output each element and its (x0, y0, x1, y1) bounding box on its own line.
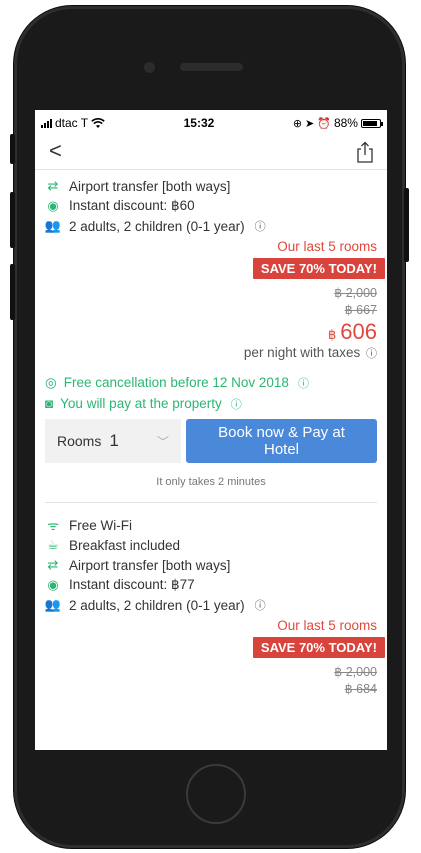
save-badge: SAVE 70% TODAY! (252, 637, 385, 658)
scarcity-label: Our last 5 rooms (277, 618, 377, 633)
rooms-select[interactable]: Rooms 1 ﹀ (45, 419, 181, 463)
price-amount: 606 (340, 319, 377, 344)
crossed-price: ฿ 684 (344, 682, 377, 696)
per-night-label: per night with taxes ⓘ (243, 345, 377, 361)
info-icon[interactable]: ⓘ (231, 396, 242, 412)
room-offers-list: ⇄ Airport transfer [both ways] ◉ Instant… (35, 170, 387, 750)
info-icon[interactable]: ⓘ (255, 218, 266, 234)
room-offer: ᯤ Free Wi-Fi ☕ Breakfast included ⇄ Airp… (44, 515, 385, 698)
guests-icon: 👥 (44, 218, 62, 233)
feature-guests: 👥 2 adults, 2 children (0-1 year) ⓘ (44, 218, 266, 234)
feature-wifi: ᯤ Free Wi-Fi (45, 515, 377, 535)
carrier-name: dtac T (55, 116, 89, 130)
info-icon[interactable]: ⓘ (366, 345, 377, 361)
location-icon: ➤ (305, 117, 315, 130)
feature-breakfast: ☕ Breakfast included (45, 535, 377, 555)
wifi-status-icon (91, 117, 105, 128)
battery-percent: 88% (333, 116, 358, 130)
signal-icon (41, 118, 52, 128)
chevron-left-icon[interactable]: < (49, 138, 62, 164)
price: ฿ 606 (45, 319, 377, 345)
share-icon[interactable] (355, 141, 375, 163)
mute-switch (10, 134, 15, 164)
save-badge: SAVE 70% TODAY! (252, 258, 385, 279)
clock: 15:32 (183, 116, 215, 130)
home-button[interactable] (186, 764, 246, 824)
room-offer: ⇄ Airport transfer [both ways] ◉ Instant… (44, 176, 385, 503)
booking-row: Rooms 1 ﹀ Book now & Pay at Hotel (45, 419, 377, 463)
free-cancellation: ◎ Free cancellation before 12 Nov 2018 ⓘ (45, 374, 309, 391)
wifi-icon: ᯤ (47, 518, 59, 533)
price-currency: ฿ (328, 327, 337, 342)
wallet-icon: ◙ (45, 396, 54, 411)
info-icon[interactable]: ⓘ (255, 597, 266, 613)
volume-down-button (10, 264, 15, 320)
power-button (404, 188, 409, 262)
scarcity-label: Our last 5 rooms (277, 239, 377, 254)
original-price: ฿ 2,000 (334, 665, 377, 679)
feature-instant-discount: ◉ Instant discount: ฿60 (45, 196, 377, 216)
chevron-down-icon: ﹀ (156, 434, 169, 449)
discount-icon: ◉ (47, 198, 59, 213)
nav-bar: < (35, 136, 387, 170)
status-bar: dtac T 15:32 ⊕ ➤ ⏰ 88% (35, 110, 387, 136)
guests-icon: 👥 (44, 597, 62, 612)
divider (45, 502, 377, 503)
airport-transfer-icon: ⇄ (47, 178, 59, 193)
airport-transfer-icon: ⇄ (47, 557, 59, 572)
original-price: ฿ 2,000 (334, 286, 377, 300)
feature-airport-transfer: ⇄ Airport transfer [both ways] (45, 176, 377, 196)
volume-up-button (10, 192, 15, 248)
front-camera (144, 62, 155, 73)
pay-at-property: ◙ You will pay at the property ⓘ (45, 396, 242, 412)
discount-icon: ◉ (47, 577, 59, 592)
alarm-icon: ⏰ (317, 117, 331, 130)
booking-time-note: It only takes 2 minutes (156, 476, 266, 488)
earpiece-speaker (180, 63, 243, 71)
breakfast-icon: ☕ (47, 537, 59, 552)
feature-guests: 👥 2 adults, 2 children (0-1 year) ⓘ (44, 597, 266, 613)
cancellation-icon: ◎ (45, 374, 57, 390)
feature-airport-transfer: ⇄ Airport transfer [both ways] (45, 555, 377, 575)
battery-icon (360, 118, 383, 128)
info-icon[interactable]: ⓘ (298, 375, 309, 391)
book-now-button[interactable]: Book now & Pay at Hotel (186, 419, 377, 463)
crossed-price: ฿ 667 (344, 303, 377, 317)
screen: dtac T 15:32 ⊕ ➤ ⏰ 88% < ⇄ Airport trans… (35, 110, 387, 750)
feature-instant-discount: ◉ Instant discount: ฿77 (45, 575, 377, 595)
lock-rotation-icon: ⊕ (292, 117, 303, 130)
